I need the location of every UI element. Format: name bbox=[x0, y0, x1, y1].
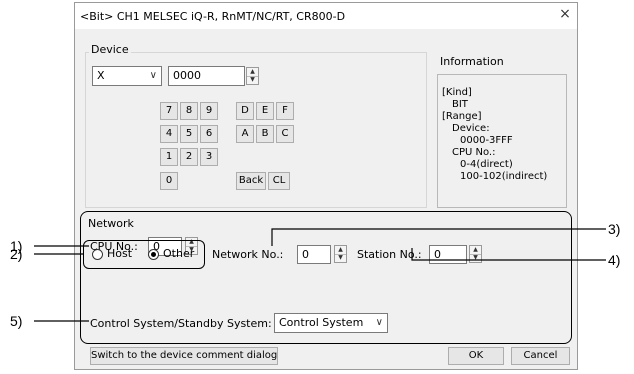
control-system-select[interactable]: Control System ∨ bbox=[274, 313, 388, 333]
clear-button[interactable]: CL bbox=[268, 172, 290, 190]
info-device-label: Device: bbox=[452, 123, 490, 134]
info-kind-header: [Kind] bbox=[442, 87, 472, 98]
info-cpu-direct: 0-4(direct) bbox=[460, 159, 513, 170]
info-cpu-label: CPU No.: bbox=[452, 147, 496, 158]
cancel-button[interactable]: Cancel bbox=[511, 347, 570, 365]
key-7[interactable]: 7 bbox=[160, 102, 178, 120]
info-device-range: 0000-3FFF bbox=[460, 135, 513, 146]
key-2[interactable]: 2 bbox=[180, 148, 198, 166]
key-c[interactable]: C bbox=[276, 125, 294, 143]
spin-down-icon[interactable]: ▼ bbox=[247, 76, 258, 84]
info-range-header: [Range] bbox=[442, 111, 482, 122]
info-kind-value: BIT bbox=[452, 99, 468, 110]
device-number-input[interactable]: 0000 bbox=[168, 66, 245, 86]
network-no-spinner[interactable]: ▲ ▼ bbox=[334, 245, 347, 263]
key-6[interactable]: 6 bbox=[200, 125, 218, 143]
chevron-down-icon: ∨ bbox=[149, 70, 157, 81]
device-type-value: X bbox=[97, 69, 105, 82]
device-type-select[interactable]: X ∨ bbox=[92, 66, 162, 86]
network-group-label: Network bbox=[86, 217, 136, 230]
key-d[interactable]: D bbox=[236, 102, 254, 120]
key-8[interactable]: 8 bbox=[180, 102, 198, 120]
information-panel: [Kind] BIT [Range] Device: 0000-3FFF CPU… bbox=[437, 74, 567, 208]
key-1[interactable]: 1 bbox=[160, 148, 178, 166]
spin-down-icon[interactable]: ▼ bbox=[335, 254, 346, 262]
ok-button[interactable]: OK bbox=[448, 347, 504, 365]
callout-2: 2) bbox=[10, 246, 23, 262]
control-system-value: Control System bbox=[279, 316, 364, 329]
other-radio-label: Other bbox=[163, 247, 195, 260]
host-radio[interactable] bbox=[92, 249, 103, 260]
info-cpu-indirect: 100-102(indirect) bbox=[460, 171, 548, 182]
key-b[interactable]: B bbox=[256, 125, 274, 143]
chevron-down-icon: ∨ bbox=[375, 317, 383, 328]
callout-4: 4) bbox=[608, 252, 621, 268]
key-4[interactable]: 4 bbox=[160, 125, 178, 143]
station-no-input[interactable]: 0 bbox=[429, 245, 467, 264]
key-f[interactable]: F bbox=[276, 102, 294, 120]
station-no-spinner[interactable]: ▲ ▼ bbox=[469, 245, 482, 263]
spin-down-icon[interactable]: ▼ bbox=[470, 254, 481, 262]
network-no-input[interactable]: 0 bbox=[297, 245, 331, 264]
key-3[interactable]: 3 bbox=[200, 148, 218, 166]
dialog-title: <Bit> CH1 MELSEC iQ-R, RnMT/NC/RT, CR800… bbox=[80, 10, 346, 23]
switch-comment-dialog-button[interactable]: Switch to the device comment dialog bbox=[90, 347, 278, 365]
key-5[interactable]: 5 bbox=[180, 125, 198, 143]
back-button[interactable]: Back bbox=[236, 172, 266, 190]
device-group-label: Device bbox=[89, 43, 131, 56]
other-radio[interactable] bbox=[148, 249, 159, 260]
close-icon[interactable]: × bbox=[557, 5, 573, 23]
key-9[interactable]: 9 bbox=[200, 102, 218, 120]
information-label: Information bbox=[440, 55, 504, 68]
callout-3: 3) bbox=[608, 221, 621, 237]
network-no-label: Network No.: bbox=[212, 248, 284, 261]
callout-5: 5) bbox=[10, 313, 23, 329]
key-e[interactable]: E bbox=[256, 102, 274, 120]
station-no-label: Station No.: bbox=[357, 248, 422, 261]
device-number-spinner[interactable]: ▲ ▼ bbox=[246, 67, 259, 85]
key-a[interactable]: A bbox=[236, 125, 254, 143]
host-radio-label: Host bbox=[107, 247, 133, 260]
control-system-label: Control System/Standby System: bbox=[90, 317, 272, 330]
key-0[interactable]: 0 bbox=[160, 172, 178, 190]
